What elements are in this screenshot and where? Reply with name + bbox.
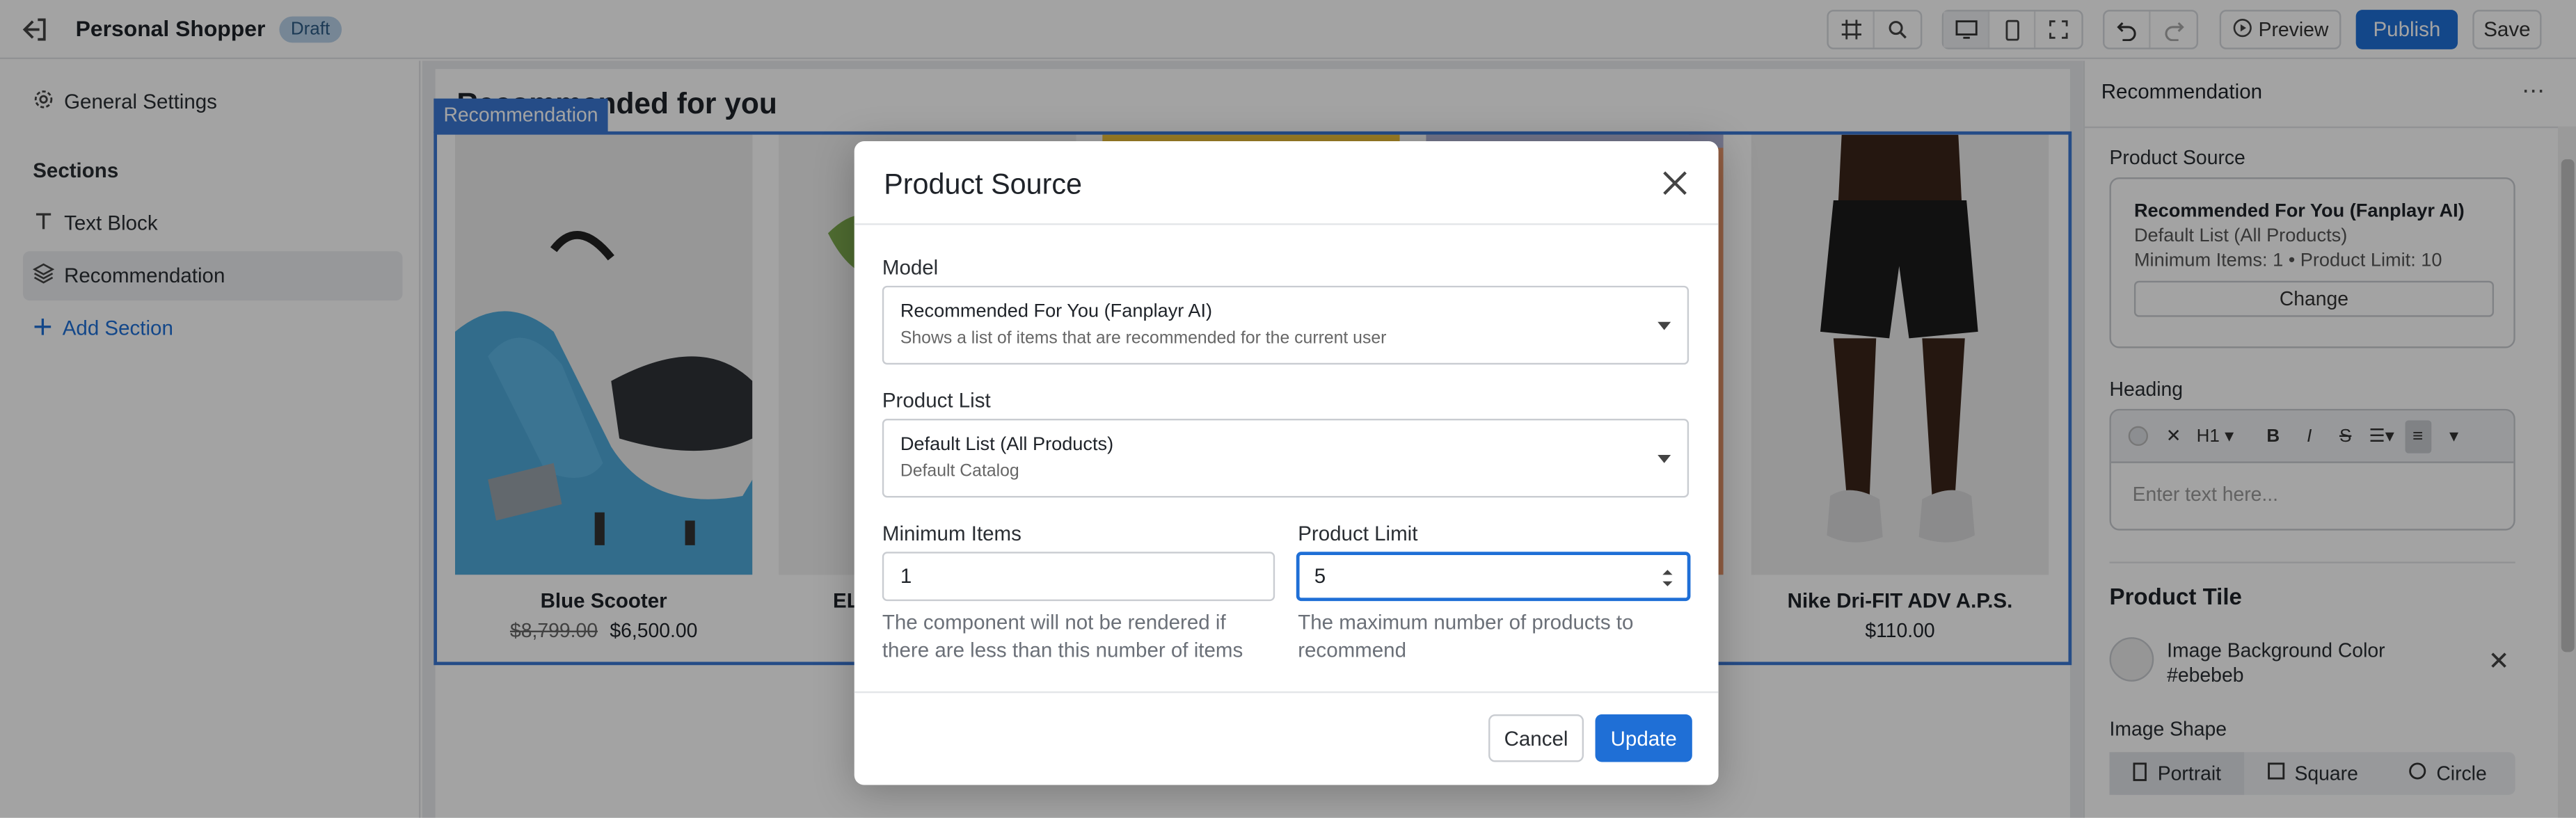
product-limit-label: Product Limit	[1298, 522, 1418, 545]
product-list-value: Default List (All Products)	[900, 435, 1114, 455]
product-limit-help: The maximum number of products to recomm…	[1298, 611, 1634, 662]
product-list-select[interactable]: Default List (All Products) Default Cata…	[882, 419, 1689, 498]
chevron-down-icon	[1657, 321, 1671, 330]
product-list-description: Default Catalog	[900, 461, 1019, 481]
product-limit-value: 5	[1314, 565, 1326, 588]
min-items-label: Minimum Items	[882, 522, 1021, 545]
update-button[interactable]: Update	[1595, 714, 1692, 762]
chevron-down-icon	[1657, 454, 1671, 463]
number-stepper-icon[interactable]	[1660, 563, 1676, 590]
model-select[interactable]: Recommended For You (Fanplayr AI) Shows …	[882, 285, 1689, 365]
dialog-header-divider	[854, 223, 1719, 225]
dialog-footer-divider	[854, 691, 1719, 693]
product-source-dialog: Product Source Model Recommended For You…	[854, 141, 1719, 785]
min-items-help: The component will not be rendered if th…	[882, 611, 1243, 662]
model-select-value: Recommended For You (Fanplayr AI)	[900, 302, 1213, 322]
dialog-title: Product Source	[884, 167, 1083, 201]
cancel-button[interactable]: Cancel	[1488, 714, 1584, 762]
model-label: Model	[882, 256, 939, 280]
product-limit-input[interactable]: 5	[1296, 552, 1691, 602]
model-select-description: Shows a list of items that are recommend…	[900, 328, 1387, 348]
min-items-input[interactable]: 1	[882, 552, 1275, 602]
close-icon[interactable]	[1661, 169, 1689, 197]
product-list-label: Product List	[882, 389, 991, 412]
